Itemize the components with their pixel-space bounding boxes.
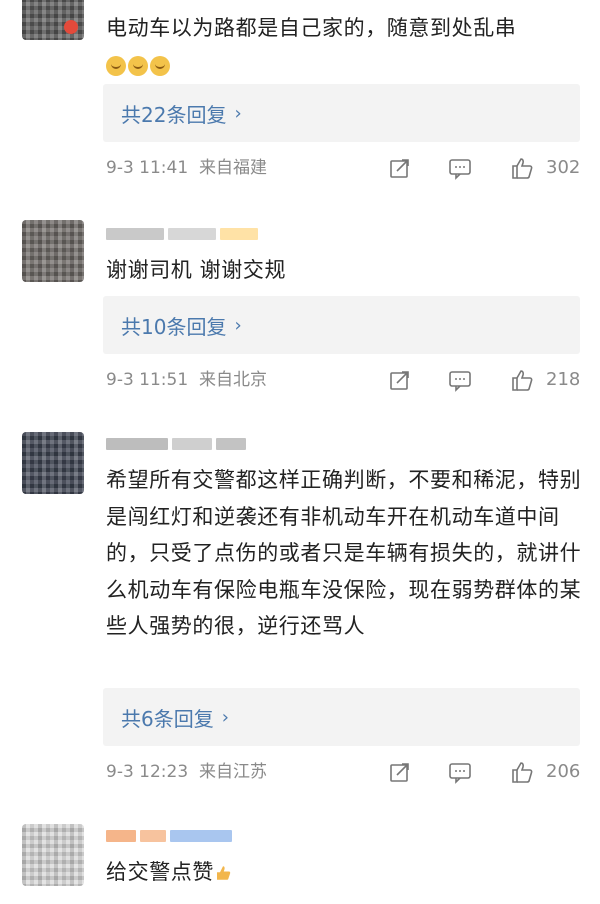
view-replies-button[interactable]: 共6条回复 › xyxy=(103,688,580,746)
repost-icon[interactable] xyxy=(388,368,412,392)
avatar[interactable] xyxy=(22,220,84,282)
like-icon[interactable] xyxy=(510,760,534,784)
comment-location: 来自北京 xyxy=(198,370,267,390)
thumbs-up-emoji-icon xyxy=(217,866,231,880)
comment-time: 9-3 11:41 xyxy=(106,158,189,178)
avatar-badge xyxy=(64,20,78,34)
comment-meta: 9-3 12:23 来自江苏 206 xyxy=(106,758,586,786)
dog-emoji-icon xyxy=(150,55,170,76)
comment-location: 来自江苏 xyxy=(198,762,267,782)
view-replies-button[interactable]: 共22条回复 › xyxy=(103,84,580,142)
comment-text: 给交警点赞 xyxy=(106,854,582,891)
comment-text: 希望所有交警都这样正确判断，不要和稀泥，特别是闯红灯和逆袭还有非机动车开在机动车… xyxy=(106,468,582,638)
view-replies-button[interactable]: 共10条回复 › xyxy=(103,296,580,354)
username[interactable] xyxy=(106,438,246,452)
comment-meta: 9-3 11:41 来自福建 302 xyxy=(106,154,586,182)
comment-meta: 9-3 11:51 来自北京 218 xyxy=(106,366,586,394)
comment-time: 9-3 11:51 xyxy=(106,370,189,390)
dog-emoji-icon xyxy=(106,55,126,76)
avatar[interactable] xyxy=(22,432,84,494)
like-count: 206 xyxy=(546,761,581,782)
comment-location: 来自福建 xyxy=(198,158,267,178)
comment-text: 谢谢司机 谢谢交规 xyxy=(106,258,287,282)
like-count: 302 xyxy=(546,157,581,178)
like-icon[interactable] xyxy=(510,156,534,180)
username[interactable] xyxy=(106,830,232,844)
comment-text: 电动车以为路都是自己家的，随意到处乱串 xyxy=(106,10,582,83)
chevron-right-icon: › xyxy=(234,314,242,336)
dog-emoji-icon xyxy=(128,55,148,76)
comment-time: 9-3 12:23 xyxy=(106,762,189,782)
repost-icon[interactable] xyxy=(388,760,412,784)
comment-icon[interactable] xyxy=(448,156,472,180)
like-icon[interactable] xyxy=(510,368,534,392)
chevron-right-icon: › xyxy=(234,102,242,124)
avatar[interactable] xyxy=(22,824,84,886)
emoji-group xyxy=(106,53,172,77)
like-count: 218 xyxy=(546,369,581,390)
avatar[interactable] xyxy=(22,0,84,40)
chevron-right-icon: › xyxy=(221,706,229,728)
comment-icon[interactable] xyxy=(448,368,472,392)
username[interactable] xyxy=(106,228,258,242)
repost-icon[interactable] xyxy=(388,156,412,180)
comment-icon[interactable] xyxy=(448,760,472,784)
